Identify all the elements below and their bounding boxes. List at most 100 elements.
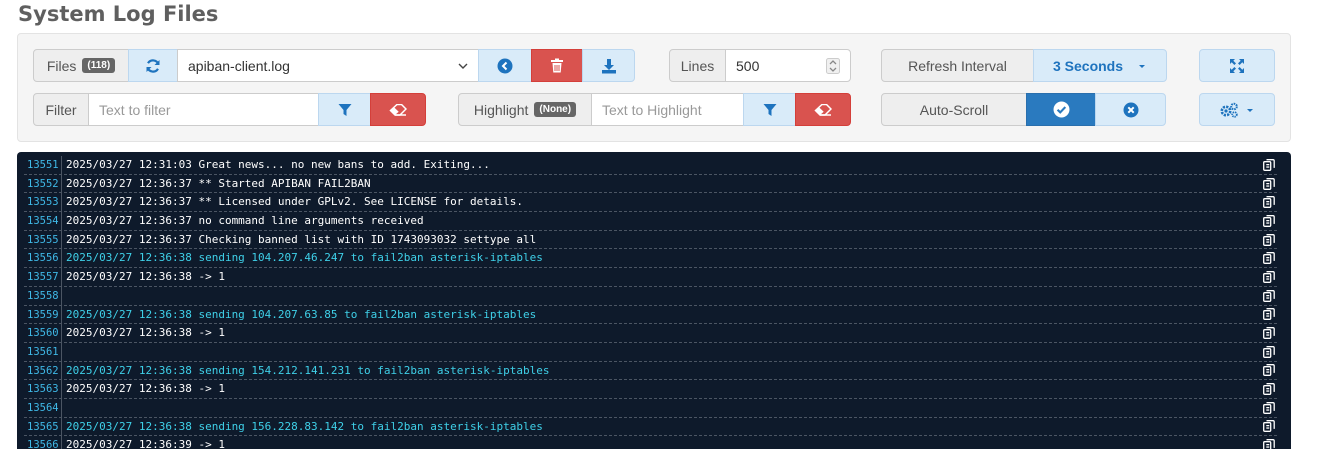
- filter-icon: [338, 103, 351, 116]
- copy-icon: [1263, 233, 1275, 246]
- files-label: Files (118): [33, 49, 129, 82]
- file-select[interactable]: apiban-client.log: [177, 49, 479, 82]
- page-title: System Log Files: [18, 2, 219, 26]
- log-line-number: 13566: [24, 436, 62, 449]
- log-line-number: 13554: [24, 212, 62, 230]
- log-row: 13563 2025/03/27 12:36:38 -> 1: [24, 380, 1277, 399]
- files-group: Files (118) apiban-client.log: [33, 49, 635, 82]
- copy-line-button[interactable]: [1261, 306, 1277, 324]
- log-line-number: 13561: [24, 342, 62, 361]
- copy-line-button[interactable]: [1261, 193, 1277, 211]
- autoscroll-off-button[interactable]: [1095, 93, 1166, 126]
- copy-line-button[interactable]: [1261, 362, 1277, 380]
- log-line-text: [62, 399, 1261, 417]
- log-row: 13558: [24, 286, 1277, 306]
- log-line-text: 2025/03/27 12:36:38 sending 104.207.63.8…: [66, 307, 537, 321]
- refresh-interval-label: Refresh Interval: [881, 49, 1034, 82]
- copy-line-button[interactable]: [1261, 399, 1277, 417]
- copy-line-button[interactable]: [1261, 268, 1277, 286]
- copy-line-button[interactable]: [1261, 418, 1277, 436]
- log-line-number: 13552: [24, 174, 62, 193]
- log-row: 13555 2025/03/27 12:36:37 Checking banned…: [24, 230, 1277, 250]
- clear-filter-button[interactable]: [370, 93, 426, 126]
- files-count-badge: (118): [82, 58, 116, 73]
- log-line-number: 13564: [24, 398, 62, 417]
- copy-line-button[interactable]: [1261, 231, 1277, 249]
- clear-highlight-button[interactable]: [795, 93, 851, 126]
- filter-label: Filter: [33, 93, 89, 126]
- copy-line-button[interactable]: [1261, 343, 1277, 361]
- log-line-number: 13565: [24, 417, 62, 436]
- copy-icon: [1263, 345, 1275, 358]
- circle-chevron-left-icon: [497, 58, 513, 73]
- log-line-number: 13558: [24, 286, 62, 305]
- lines-value: 500: [736, 57, 760, 74]
- chevron-down-icon: [458, 63, 468, 69]
- copy-line-button[interactable]: [1261, 212, 1277, 230]
- log-line-text: 2025/03/27 12:31:03 Great news... no new…: [66, 158, 490, 171]
- log-row: 13554 2025/03/27 12:36:37 no command line…: [24, 212, 1277, 231]
- refresh-interval-dropdown[interactable]: 3 Seconds: [1033, 49, 1167, 82]
- copy-line-button[interactable]: [1261, 249, 1277, 267]
- refresh-interval-value: 3 Seconds: [1052, 57, 1124, 74]
- apply-highlight-button[interactable]: [743, 93, 796, 126]
- settings-dropdown-button[interactable]: [1199, 93, 1275, 126]
- log-row: 13560 2025/03/27 12:36:38 -> 1: [24, 324, 1277, 343]
- download-file-button[interactable]: [582, 49, 635, 82]
- log-line-number: 13562: [24, 361, 62, 380]
- highlight-group: Highlight (None) Text to Highlight: [458, 93, 851, 126]
- copy-icon: [1263, 439, 1275, 449]
- settings-group: [1199, 93, 1275, 126]
- log-row: 13559 2025/03/27 12:36:38 sending 104.207…: [24, 305, 1277, 325]
- log-line-text: 2025/03/27 12:36:37 no command line argu…: [66, 214, 424, 228]
- log-line-text: 2025/03/27 12:36:38 sending 104.207.46.2…: [66, 251, 543, 265]
- copy-line-button[interactable]: [1261, 175, 1277, 193]
- copy-icon: [1263, 252, 1275, 265]
- apply-filter-button[interactable]: [318, 93, 371, 126]
- number-stepper-icon[interactable]: [826, 57, 840, 74]
- log-row: 13566 2025/03/27 12:36:39 -> 1: [24, 436, 1277, 449]
- lines-input[interactable]: 500: [725, 49, 851, 82]
- refresh-files-button[interactable]: [128, 49, 178, 82]
- filter-input[interactable]: Text to filter: [88, 93, 319, 126]
- filter-group: Filter Text to filter: [33, 93, 426, 126]
- previous-file-button[interactable]: [478, 49, 532, 82]
- caret-down-icon: [1247, 108, 1253, 112]
- log-line-text: 2025/03/27 12:36:38 sending 156.228.83.1…: [66, 419, 543, 433]
- copy-line-button[interactable]: [1261, 287, 1277, 305]
- copy-line-button[interactable]: [1261, 324, 1277, 342]
- highlight-input[interactable]: Text to Highlight: [591, 93, 744, 126]
- copy-icon: [1263, 420, 1275, 433]
- log-row: 13562 2025/03/27 12:36:38 sending 154.212…: [24, 361, 1277, 381]
- autoscroll-on-button[interactable]: [1026, 93, 1096, 126]
- log-line-text: 2025/03/27 12:36:38 -> 1: [66, 382, 225, 396]
- log-line-number: 13557: [24, 268, 62, 286]
- lines-label: Lines: [669, 49, 726, 82]
- log-row: 13557 2025/03/27 12:36:38 -> 1: [24, 268, 1277, 287]
- copy-line-button[interactable]: [1261, 380, 1277, 398]
- log-row: 13556 2025/03/27 12:36:38 sending 104.207…: [24, 249, 1277, 269]
- autoscroll-group: Auto-Scroll: [881, 93, 1166, 126]
- copy-icon: [1263, 383, 1275, 396]
- log-viewer[interactable]: 13551 2025/03/27 12:31:03 Great news... n…: [17, 152, 1291, 449]
- log-row: 13561: [24, 342, 1277, 362]
- copy-icon: [1263, 196, 1275, 209]
- log-line-number: 13551: [24, 156, 62, 174]
- log-line-number: 13559: [24, 305, 62, 324]
- highlight-label: Highlight (None): [458, 93, 592, 126]
- file-select-value: apiban-client.log: [188, 57, 290, 74]
- copy-line-button[interactable]: [1261, 156, 1277, 174]
- check-circle-icon: [1053, 101, 1069, 118]
- download-icon: [601, 58, 616, 73]
- copy-icon: [1263, 308, 1275, 321]
- log-line-number: 13555: [24, 230, 62, 249]
- fullscreen-button[interactable]: [1199, 49, 1275, 82]
- delete-file-button[interactable]: [531, 49, 583, 82]
- log-line-text: 2025/03/27 12:36:37 Checking banned list…: [66, 232, 537, 246]
- highlight-badge: (None): [534, 102, 577, 117]
- fullscreen-group: [1199, 49, 1275, 82]
- copy-icon: [1263, 271, 1275, 283]
- copy-line-button[interactable]: [1261, 436, 1277, 449]
- highlight-label-text: Highlight: [473, 101, 529, 118]
- expand-icon: [1230, 58, 1244, 73]
